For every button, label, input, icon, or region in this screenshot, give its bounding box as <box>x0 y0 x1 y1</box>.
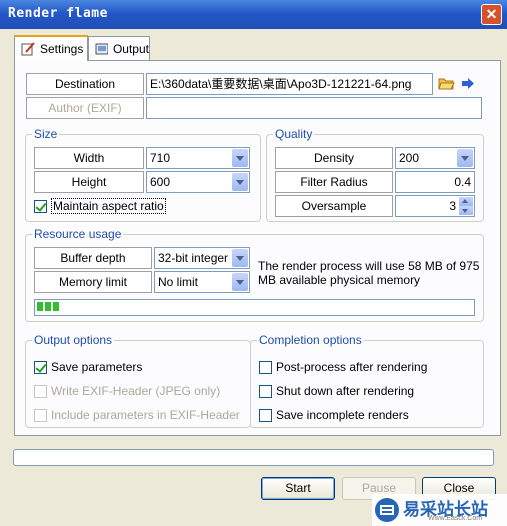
checkbox-disabled[interactable] <box>34 408 47 422</box>
checkbox-checked[interactable] <box>34 199 47 213</box>
write-exif-checkbox[interactable]: Write EXIF-Header (JPEG only) <box>34 383 220 399</box>
width-value: 710 <box>150 151 171 165</box>
chevron-down-icon[interactable] <box>232 249 248 267</box>
chevron-down-icon[interactable] <box>232 149 248 167</box>
maintain-aspect-label: Maintain aspect ratio <box>51 198 166 214</box>
buffer-depth-value: 32-bit integer <box>158 251 229 265</box>
density-combo[interactable]: 200 <box>395 147 475 169</box>
memory-usage-fill <box>37 300 474 313</box>
width-combo[interactable]: 710 <box>146 147 250 169</box>
tab-output-label: Output <box>112 41 149 56</box>
save-incomplete-label: Save incomplete renders <box>276 408 409 422</box>
watermark-logo-icon <box>375 498 399 522</box>
chevron-down-icon[interactable] <box>232 273 248 291</box>
size-group: Size Width 710 Height 600 Maintain aspec… <box>25 127 261 222</box>
memory-limit-label: Memory limit <box>34 271 152 293</box>
checkbox-checked[interactable] <box>34 360 47 374</box>
include-params-label: Include parameters in EXIF-Header <box>51 408 240 422</box>
chevron-down-icon[interactable] <box>232 173 248 191</box>
include-params-exif-checkbox[interactable]: Include parameters in EXIF-Header <box>34 407 240 423</box>
checkbox-disabled[interactable] <box>34 384 47 398</box>
completion-options-title: Completion options <box>257 333 364 347</box>
height-label: Height <box>34 171 144 193</box>
write-exif-label: Write EXIF-Header (JPEG only) <box>51 384 221 398</box>
title-bar[interactable]: Render flame ✕ <box>0 0 507 29</box>
author-label: Author (EXIF) <box>26 97 144 119</box>
density-value: 200 <box>399 151 420 165</box>
render-flame-dialog: Render flame ✕ Settings Output Destinati… <box>0 0 507 526</box>
start-button[interactable]: Start <box>261 477 335 500</box>
completion-options-group: Completion options Post-process after re… <box>250 333 484 428</box>
arrow-right-icon[interactable] <box>461 77 475 90</box>
buffer-depth-combo[interactable]: 32-bit integer <box>154 247 250 269</box>
buffer-depth-label: Buffer depth <box>34 247 152 269</box>
oversample-value: 3 <box>449 199 456 213</box>
post-process-checkbox[interactable]: Post-process after rendering <box>259 359 427 375</box>
resource-usage-title: Resource usage <box>32 227 124 241</box>
folder-open-icon[interactable] <box>438 76 455 91</box>
save-parameters-checkbox[interactable]: Save parameters <box>34 359 142 375</box>
checkbox-unchecked[interactable] <box>259 384 272 398</box>
author-input[interactable] <box>146 97 482 119</box>
memory-bar-segment <box>45 302 51 311</box>
quality-group: Quality Density 200 Filter Radius 0.4 Ov… <box>266 127 484 222</box>
output-icon <box>95 43 108 54</box>
memory-bar-segment <box>37 302 43 311</box>
watermark: 易采站长站 Www.Easck.Com <box>372 494 507 526</box>
quality-title: Quality <box>273 127 315 141</box>
render-progress-bar <box>13 449 494 466</box>
window-title: Render flame <box>8 6 108 21</box>
watermark-subtext: Www.Easck.Com <box>428 515 483 522</box>
destination-label: Destination <box>26 73 144 95</box>
density-label: Density <box>275 147 393 169</box>
shutdown-checkbox[interactable]: Shut down after rendering <box>259 383 414 399</box>
checkbox-unchecked[interactable] <box>259 408 272 422</box>
shutdown-label: Shut down after rendering <box>276 384 415 398</box>
memory-info-text: The render process will use 58 MB of 975… <box>258 259 480 287</box>
memory-bar-segment <box>53 302 59 311</box>
close-icon[interactable]: ✕ <box>481 4 502 25</box>
output-options-title: Output options <box>32 333 115 347</box>
settings-panel: Destination E:\360data\重要数据\桌面\Apo3D-121… <box>14 60 501 436</box>
oversample-spinner[interactable]: 3 <box>395 195 475 217</box>
checkbox-unchecked[interactable] <box>259 360 272 374</box>
memory-limit-value: No limit <box>158 275 199 289</box>
settings-icon <box>21 42 35 56</box>
filter-radius-input[interactable]: 0.4 <box>395 171 475 193</box>
destination-input[interactable]: E:\360data\重要数据\桌面\Apo3D-121221-64.png <box>146 73 433 95</box>
resource-usage-group: Resource usage Buffer depth 32-bit integ… <box>25 227 484 322</box>
filter-radius-label: Filter Radius <box>275 171 393 193</box>
chevron-down-icon[interactable] <box>457 149 473 167</box>
post-process-label: Post-process after rendering <box>276 360 428 374</box>
height-value: 600 <box>150 175 171 189</box>
oversample-label: Oversample <box>275 195 393 217</box>
output-options-group: Output options Save parameters Write EXI… <box>25 333 251 428</box>
tab-settings[interactable]: Settings <box>14 35 88 61</box>
tab-output[interactable]: Output <box>88 36 150 60</box>
size-title: Size <box>32 127 60 141</box>
height-combo[interactable]: 600 <box>146 171 250 193</box>
memory-limit-combo[interactable]: No limit <box>154 271 250 293</box>
save-incomplete-checkbox[interactable]: Save incomplete renders <box>259 407 409 423</box>
memory-usage-bar <box>34 299 475 316</box>
tab-settings-label: Settings <box>40 42 84 56</box>
maintain-aspect-checkbox[interactable]: Maintain aspect ratio <box>34 198 166 214</box>
save-parameters-label: Save parameters <box>51 360 143 374</box>
spinner-arrows-icon[interactable] <box>459 197 473 215</box>
width-label: Width <box>34 147 144 169</box>
